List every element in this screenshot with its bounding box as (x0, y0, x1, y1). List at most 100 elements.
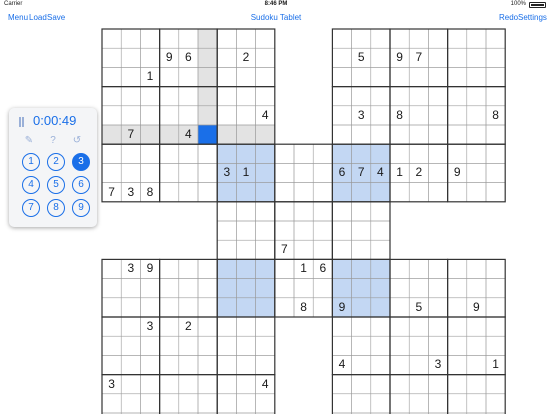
sudoku-cell[interactable] (448, 355, 467, 374)
sudoku-cell[interactable]: 5 (352, 48, 371, 67)
sudoku-cell[interactable] (332, 183, 351, 202)
sudoku-cell[interactable] (217, 298, 236, 317)
sudoku-cell[interactable] (121, 279, 140, 298)
sudoku-cell[interactable] (428, 279, 447, 298)
sudoku-cell[interactable] (275, 298, 294, 317)
sudoku-cell[interactable] (217, 375, 236, 394)
sudoku-cell[interactable] (352, 183, 371, 202)
sudoku-cell[interactable] (217, 87, 236, 106)
sudoku-cell[interactable] (467, 29, 486, 48)
sudoku-cell[interactable] (198, 106, 217, 125)
sudoku-cell[interactable] (448, 336, 467, 355)
sudoku-cell[interactable] (467, 394, 486, 413)
sudoku-cell[interactable] (486, 125, 505, 144)
sudoku-cell[interactable] (352, 221, 371, 240)
sudoku-cell[interactable] (102, 298, 121, 317)
sudoku-cell[interactable] (390, 375, 409, 394)
sudoku-cell[interactable] (121, 163, 140, 182)
sudoku-cell[interactable] (448, 29, 467, 48)
sudoku-cell[interactable] (236, 87, 255, 106)
sudoku-cell[interactable]: 3 (102, 375, 121, 394)
sudoku-cell[interactable] (352, 202, 371, 221)
sudoku-cell[interactable] (371, 183, 390, 202)
number-button-6[interactable]: 6 (72, 176, 90, 194)
sudoku-cell[interactable] (102, 144, 121, 163)
pencil-icon[interactable]: ✎ (22, 135, 36, 147)
sudoku-cell[interactable]: 1 (236, 163, 255, 182)
sudoku-cell[interactable] (217, 221, 236, 240)
sudoku-cell[interactable] (198, 355, 217, 374)
sudoku-cell[interactable] (160, 298, 179, 317)
sudoku-cell[interactable] (313, 144, 332, 163)
sudoku-cell[interactable] (217, 106, 236, 125)
sudoku-cell[interactable] (371, 355, 390, 374)
sudoku-cell[interactable] (467, 163, 486, 182)
number-button-9[interactable]: 9 (72, 199, 90, 217)
sudoku-cell[interactable] (256, 279, 275, 298)
sudoku-cell[interactable] (486, 317, 505, 336)
sudoku-cell[interactable] (332, 106, 351, 125)
sudoku-cell[interactable] (179, 67, 198, 86)
sudoku-cell[interactable] (121, 144, 140, 163)
sudoku-cell[interactable] (236, 394, 255, 413)
sudoku-cell[interactable] (236, 279, 255, 298)
sudoku-cell[interactable]: 3 (352, 106, 371, 125)
sudoku-cell[interactable] (236, 125, 255, 144)
sudoku-cell[interactable] (140, 355, 159, 374)
sudoku-cell[interactable] (217, 355, 236, 374)
number-button-3[interactable]: 3 (72, 153, 90, 171)
sudoku-cell[interactable] (428, 106, 447, 125)
sudoku-cell[interactable] (140, 375, 159, 394)
sudoku-cell[interactable] (448, 183, 467, 202)
sudoku-cell[interactable] (256, 298, 275, 317)
sudoku-cell[interactable] (352, 355, 371, 374)
sudoku-cell[interactable] (294, 279, 313, 298)
sudoku-cell[interactable] (102, 163, 121, 182)
sudoku-cell[interactable]: 9 (448, 163, 467, 182)
sudoku-cell[interactable] (486, 87, 505, 106)
sudoku-cell[interactable] (467, 67, 486, 86)
sudoku-cell[interactable] (121, 355, 140, 374)
sudoku-cell[interactable] (352, 67, 371, 86)
sudoku-cell[interactable] (217, 183, 236, 202)
sudoku-cell[interactable] (390, 259, 409, 278)
sudoku-cell[interactable] (390, 29, 409, 48)
sudoku-cell[interactable] (486, 298, 505, 317)
undo-icon[interactable]: ↺ (70, 135, 84, 147)
sudoku-cell[interactable] (160, 336, 179, 355)
sudoku-cell[interactable] (217, 317, 236, 336)
sudoku-cell[interactable] (256, 355, 275, 374)
sudoku-cell[interactable] (179, 298, 198, 317)
sudoku-cell[interactable]: 6 (332, 163, 351, 182)
sudoku-cell[interactable] (198, 125, 217, 144)
sudoku-cell[interactable] (256, 87, 275, 106)
sudoku-cell[interactable] (467, 87, 486, 106)
sudoku-cell[interactable] (217, 144, 236, 163)
sudoku-cell[interactable] (467, 375, 486, 394)
sudoku-cell[interactable] (313, 240, 332, 259)
sudoku-cell[interactable] (140, 29, 159, 48)
sudoku-cell[interactable] (160, 183, 179, 202)
sudoku-cell[interactable] (486, 279, 505, 298)
sudoku-cell[interactable] (121, 48, 140, 67)
sudoku-cell[interactable] (332, 394, 351, 413)
sudoku-cell[interactable]: 8 (140, 183, 159, 202)
sudoku-cell[interactable] (390, 144, 409, 163)
sudoku-cell[interactable] (371, 375, 390, 394)
sudoku-cell[interactable] (409, 394, 428, 413)
sudoku-cell[interactable] (102, 336, 121, 355)
sudoku-cell[interactable] (160, 394, 179, 413)
sudoku-cell[interactable] (217, 279, 236, 298)
sudoku-cell[interactable] (467, 144, 486, 163)
sudoku-cell[interactable] (448, 106, 467, 125)
sudoku-cell[interactable] (198, 298, 217, 317)
sudoku-cell[interactable] (352, 259, 371, 278)
sudoku-cell[interactable] (313, 279, 332, 298)
sudoku-cell[interactable] (390, 183, 409, 202)
sudoku-cell[interactable] (313, 221, 332, 240)
sudoku-cell[interactable]: 7 (102, 183, 121, 202)
sudoku-cell[interactable] (332, 375, 351, 394)
sudoku-cell[interactable] (313, 298, 332, 317)
sudoku-cell[interactable] (160, 29, 179, 48)
sudoku-cell[interactable]: 4 (332, 355, 351, 374)
